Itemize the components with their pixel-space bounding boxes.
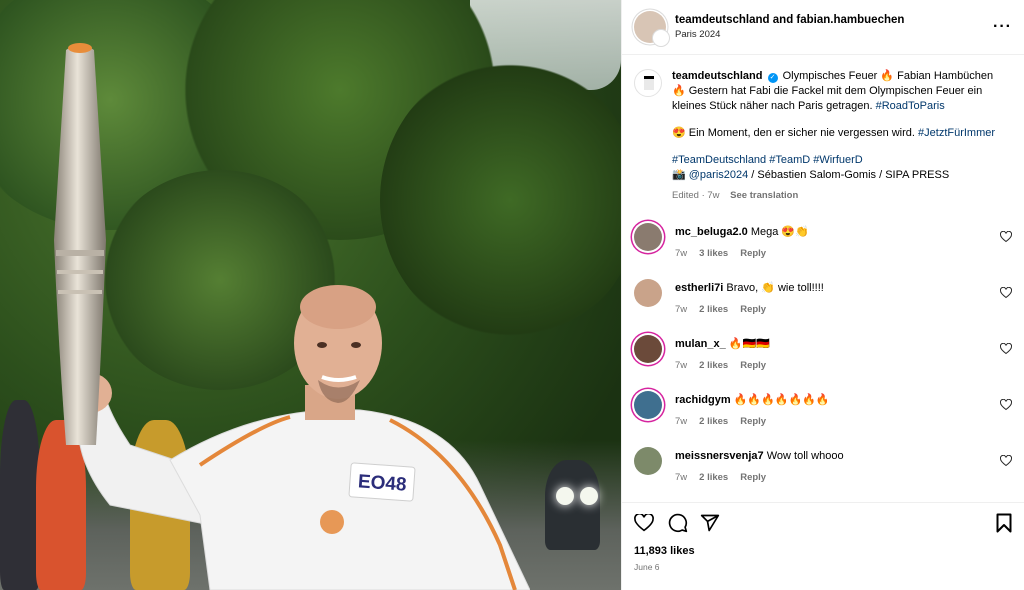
photo-credit: / Sébastien Salom-Gomis / SIPA PRESS bbox=[748, 169, 950, 181]
post-actions: 11,893 likes June 6 bbox=[622, 502, 1024, 590]
bystander bbox=[0, 400, 40, 590]
hashtag-links[interactable]: #TeamDeutschland #TeamD #WirfuerD bbox=[672, 154, 863, 166]
comment-text: Wow toll whooo bbox=[766, 450, 844, 462]
reply-button[interactable]: Reply bbox=[740, 472, 766, 483]
commenter-avatar[interactable] bbox=[634, 223, 662, 251]
comment-age: 7w bbox=[675, 304, 688, 315]
comment-like-heart-icon[interactable] bbox=[1000, 231, 1012, 243]
reply-button[interactable]: Reply bbox=[740, 416, 766, 427]
comment-like-count[interactable]: 2 likes bbox=[699, 472, 728, 483]
hashtag-link[interactable]: #JetztFürImmer bbox=[918, 127, 995, 139]
bib-number: EO48 bbox=[357, 471, 407, 495]
commenter-username[interactable]: mc_beluga2.0 bbox=[675, 226, 748, 238]
author-avatar[interactable] bbox=[634, 11, 670, 47]
post-side-panel: teamdeutschland and fabian.hambuechen Pa… bbox=[621, 0, 1024, 590]
commenter-avatar[interactable] bbox=[634, 279, 662, 307]
comment-age: 7w bbox=[675, 472, 688, 483]
like-count[interactable]: 11,893 likes bbox=[634, 545, 1012, 557]
comment-like-count[interactable]: 2 likes bbox=[699, 360, 728, 371]
comment-row: rachidgym 🔥🔥🔥🔥🔥🔥🔥 7w 2 likes Reply bbox=[634, 391, 1012, 427]
comment-like-heart-icon[interactable] bbox=[1000, 455, 1012, 467]
comment-age: 7w bbox=[675, 416, 688, 427]
caption-line3: 😍 Ein Moment, den er sicher nie vergesse… bbox=[672, 127, 915, 139]
comment-age: 7w bbox=[675, 360, 688, 371]
comment-like-count[interactable]: 3 likes bbox=[699, 248, 728, 259]
comment-like-count[interactable]: 2 likes bbox=[699, 416, 728, 427]
commenter-username[interactable]: estherli7i bbox=[675, 282, 723, 294]
comment-icon[interactable] bbox=[668, 513, 688, 533]
caption-line1: Olympisches Feuer 🔥 Fabian Hambüchen bbox=[782, 70, 994, 82]
post-photo[interactable]: EO48 bbox=[0, 0, 621, 590]
commenter-avatar[interactable] bbox=[634, 335, 662, 363]
comments-list[interactable]: teamdeutschland ✓ Olympisches Feuer 🔥 Fa… bbox=[622, 55, 1024, 502]
comment-row: mulan_x_ 🔥🇩🇪🇩🇪 7w 2 likes Reply bbox=[634, 335, 1012, 371]
see-translation-link[interactable]: See translation bbox=[730, 190, 798, 201]
post-date: June 6 bbox=[634, 562, 660, 572]
comment-like-heart-icon[interactable] bbox=[1000, 343, 1012, 355]
bystander bbox=[545, 460, 600, 550]
comment-text: Bravo, 👏 wie toll!!!! bbox=[726, 282, 824, 294]
comment-like-heart-icon[interactable] bbox=[1000, 287, 1012, 299]
post-authors[interactable]: teamdeutschland and fabian.hambuechen bbox=[675, 14, 993, 26]
hashtag-link[interactable]: #RoadToParis bbox=[876, 100, 945, 112]
comment-row: meissnersvenja7 Wow toll whooo 7w 2 likes R… bbox=[634, 447, 1012, 483]
commenter-avatar[interactable] bbox=[634, 391, 662, 419]
verified-badge-icon: ✓ bbox=[767, 73, 778, 83]
mention-link[interactable]: @paris2024 bbox=[689, 169, 748, 181]
comment-age: 7w bbox=[675, 248, 688, 259]
comment-row: mc_beluga2.0 Mega 😍👏 7w 3 likes Reply bbox=[634, 223, 1012, 259]
reply-button[interactable]: Reply bbox=[740, 360, 766, 371]
olympic-torch bbox=[54, 43, 106, 445]
post-caption: teamdeutschland ✓ Olympisches Feuer 🔥 Fa… bbox=[634, 69, 1012, 203]
caption-avatar[interactable] bbox=[634, 69, 662, 97]
commenter-username[interactable]: meissnersvenja7 bbox=[675, 450, 764, 462]
caption-username[interactable]: teamdeutschland bbox=[672, 70, 762, 82]
commenter-username[interactable]: rachidgym bbox=[675, 394, 731, 406]
comment-text: 🔥🔥🔥🔥🔥🔥🔥 bbox=[733, 394, 830, 406]
share-icon[interactable] bbox=[700, 513, 720, 533]
comment-row: estherli7i Bravo, 👏 wie toll!!!! 7w 2 like… bbox=[634, 279, 1012, 315]
post-viewer: EO48 teamdeutschland and fabian.hambuech… bbox=[0, 0, 1024, 590]
edited-label: Edited · 7w bbox=[672, 190, 720, 201]
torchbearer: EO48 bbox=[68, 285, 530, 590]
comment-like-heart-icon[interactable] bbox=[1000, 399, 1012, 411]
comment-text: Mega 😍👏 bbox=[750, 226, 809, 238]
commenter-avatar[interactable] bbox=[634, 447, 662, 475]
reply-button[interactable]: Reply bbox=[740, 248, 766, 259]
like-heart-icon[interactable] bbox=[634, 514, 654, 532]
reply-button[interactable]: Reply bbox=[740, 304, 766, 315]
more-options-icon[interactable]: ··· bbox=[993, 18, 1012, 36]
save-bookmark-icon[interactable] bbox=[996, 513, 1012, 533]
post-header: teamdeutschland and fabian.hambuechen Pa… bbox=[622, 0, 1024, 55]
camera-emoji: 📸 bbox=[672, 169, 686, 181]
comment-text: 🔥🇩🇪🇩🇪 bbox=[728, 338, 770, 350]
post-location[interactable]: Paris 2024 bbox=[675, 29, 993, 40]
motorbike-headlights bbox=[556, 487, 600, 505]
comment-like-count[interactable]: 2 likes bbox=[699, 304, 728, 315]
commenter-username[interactable]: mulan_x_ bbox=[675, 338, 726, 350]
